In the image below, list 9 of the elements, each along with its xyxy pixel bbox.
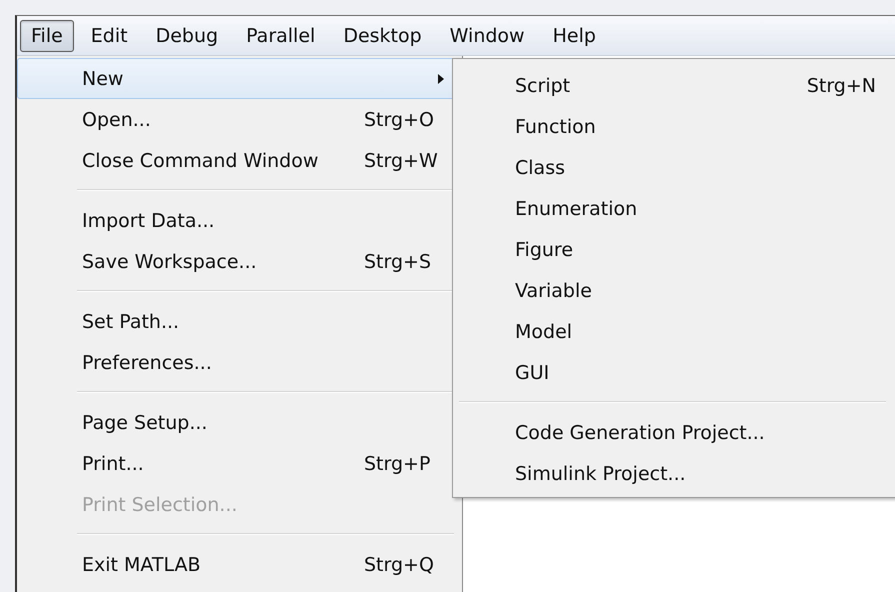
menu-item[interactable]: Exit MATLAB Strg+Q [17,544,462,585]
menu-item[interactable]: Parallel [235,20,326,52]
menu-item[interactable]: Debug [144,20,230,52]
menu-item[interactable]: Desktop [332,20,433,52]
menu-item[interactable]: Help [542,20,607,52]
menu-item[interactable]: Edit [80,20,139,52]
menu-item[interactable]: File [20,20,74,52]
menu-item[interactable]: Window [438,20,536,52]
submenu-arrow-icon [438,74,444,84]
